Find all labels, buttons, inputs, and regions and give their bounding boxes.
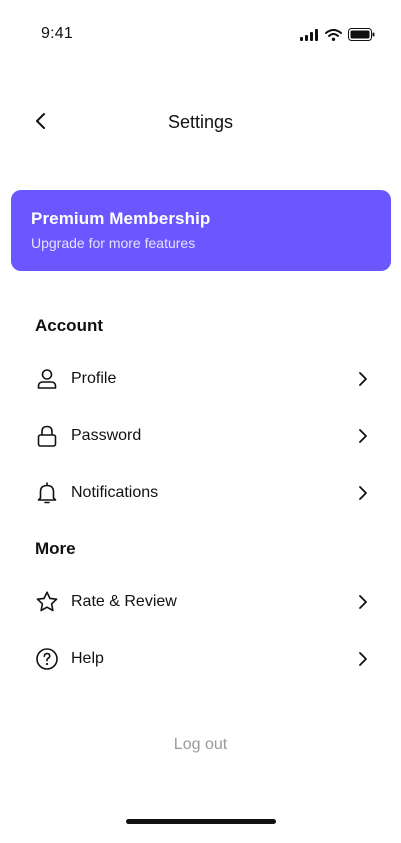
section-title-account: Account (35, 316, 103, 335)
settings-screen: 9:41 Settings Premium Membership Upgrade… (0, 0, 401, 843)
page-title: Settings (167, 112, 234, 132)
settings-row-help[interactable]: Help (24, 637, 376, 681)
premium-title: Premium Membership (31, 209, 211, 228)
logout-button[interactable]: Log out (0, 736, 401, 754)
settings-row-label: Rate & Review (71, 593, 177, 610)
section-title-more: More (35, 539, 76, 558)
premium-membership-card[interactable]: Premium Membership Upgrade for more feat… (11, 190, 391, 271)
settings-row-label: Password (71, 427, 142, 444)
settings-row-label: Profile (71, 370, 117, 387)
user-icon (24, 366, 70, 392)
settings-row-password[interactable]: Password (24, 414, 376, 458)
settings-row-rate-review[interactable]: Rate & Review (24, 580, 376, 624)
settings-row-label: Notifications (71, 484, 159, 501)
settings-row-notifications[interactable]: Notifications (24, 471, 376, 515)
star-icon (24, 589, 70, 615)
home-indicator (126, 819, 276, 824)
chevron-right-icon (350, 646, 376, 672)
wifi-icon (325, 28, 342, 41)
settings-row-label: Help (71, 650, 104, 667)
signal-icon (300, 28, 319, 41)
bell-icon (24, 480, 70, 506)
status-icons (300, 28, 375, 41)
status-time: 9:41 (41, 25, 73, 42)
chevron-right-icon (350, 589, 376, 615)
chevron-right-icon (350, 366, 376, 392)
help-icon (24, 646, 70, 672)
lock-icon (24, 423, 70, 449)
chevron-right-icon (350, 423, 376, 449)
settings-row-profile[interactable]: Profile (24, 357, 376, 401)
chevron-right-icon (350, 480, 376, 506)
premium-subtitle: Upgrade for more features (31, 235, 196, 251)
battery-icon (348, 28, 375, 41)
